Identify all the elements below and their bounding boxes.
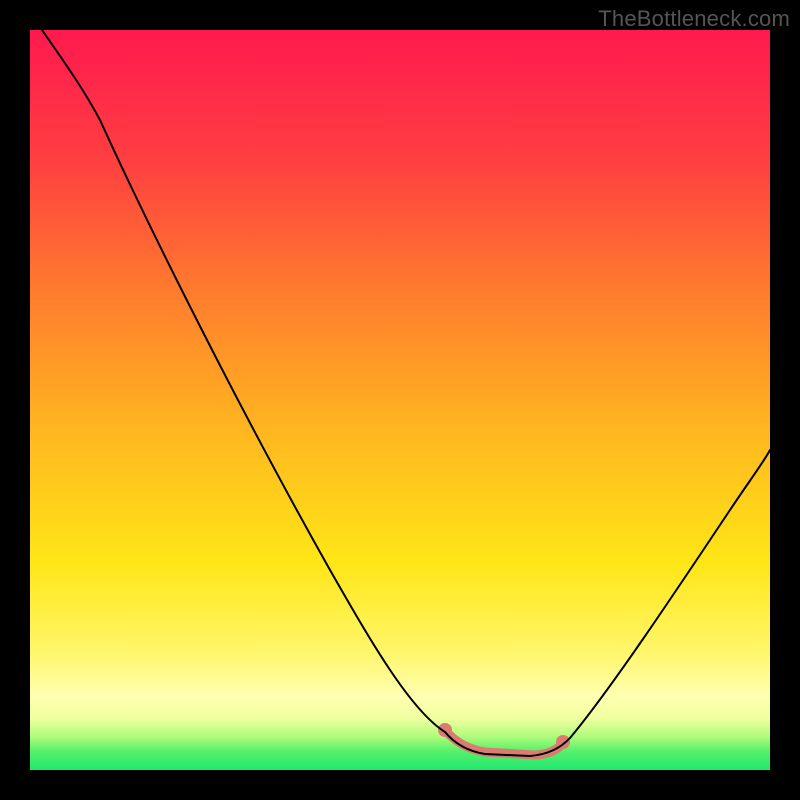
highlight-dot-left <box>438 723 452 737</box>
watermark-text: TheBottleneck.com <box>598 6 790 32</box>
chart-frame: TheBottleneck.com <box>0 0 800 800</box>
bottleneck-curve <box>42 30 770 756</box>
curve-layer <box>30 30 770 770</box>
plot-area <box>30 30 770 770</box>
highlight-range-marker <box>445 730 564 755</box>
